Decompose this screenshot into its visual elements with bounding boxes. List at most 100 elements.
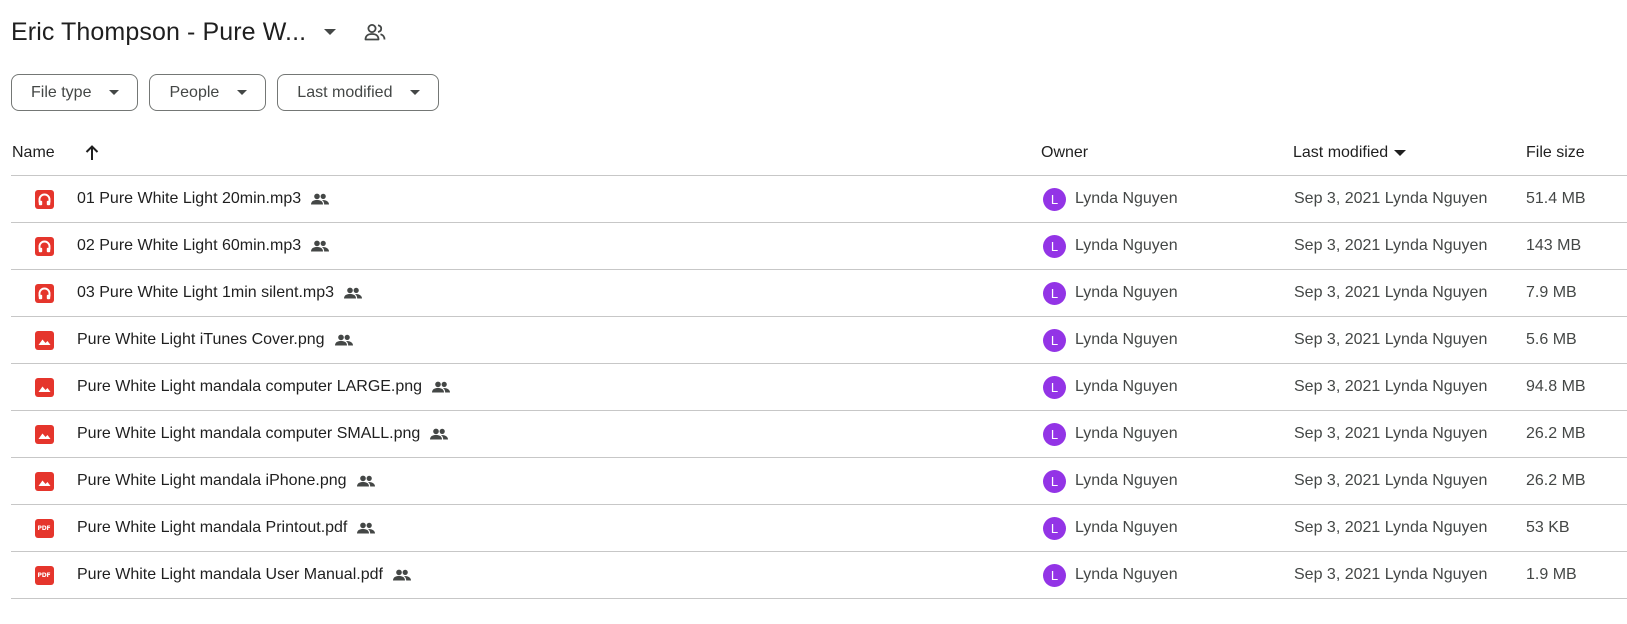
last-modified-cell: Sep 3, 2021 Lynda Nguyen [1294, 378, 1488, 395]
owner-cell: L Lynda Nguyen [1043, 505, 1178, 551]
file-row[interactable]: Pure White Light mandala computer LARGE.… [11, 364, 1627, 411]
audio-icon [34, 283, 54, 303]
file-type-icon-cell [33, 364, 55, 410]
file-name-cell: 02 Pure White Light 60min.mp3 [77, 223, 330, 269]
file-name: Pure White Light mandala iPhone.png [77, 472, 347, 489]
shared-people-icon [392, 569, 411, 581]
owner-avatar[interactable]: L [1043, 281, 1066, 305]
pdf-icon: PDF [34, 518, 54, 538]
table-header: Name Owner Last modified File size [11, 129, 1627, 176]
last-modified-cell: Sep 3, 2021 Lynda Nguyen [1294, 519, 1488, 536]
folder-title[interactable]: Eric Thompson - Pure W... [11, 18, 306, 47]
last-modified-cell: Sep 3, 2021 Lynda Nguyen [1294, 284, 1488, 301]
file-name: 02 Pure White Light 60min.mp3 [77, 237, 302, 254]
file-name: Pure White Light mandala User Manual.pdf [77, 566, 383, 583]
file-name-cell: Pure White Light mandala computer LARGE.… [77, 364, 451, 410]
owner-name: Lynda Nguyen [1075, 331, 1178, 348]
shared-people-icon [357, 522, 376, 534]
caret-down-icon [237, 90, 248, 95]
file-row[interactable]: 03 Pure White Light 1min silent.mp3 L Ly… [11, 270, 1627, 317]
file-size-cell: 51.4 MB [1526, 190, 1586, 207]
file-row[interactable]: Pure White Light mandala computer SMALL.… [11, 411, 1627, 458]
filter-label: People [169, 83, 220, 101]
file-type-icon-cell [33, 317, 55, 363]
filter-label: File type [31, 83, 92, 101]
file-row[interactable]: 01 Pure White Light 20min.mp3 L Lynda Ng… [11, 176, 1627, 223]
file-size-cell: 26.2 MB [1526, 472, 1586, 489]
owner-cell: L Lynda Nguyen [1043, 411, 1178, 457]
file-name: 01 Pure White Light 20min.mp3 [77, 190, 302, 207]
file-row[interactable]: PDF Pure White Light mandala User Manual… [11, 552, 1627, 599]
owner-avatar[interactable]: L [1043, 422, 1066, 446]
file-name: Pure White Light iTunes Cover.png [77, 331, 325, 348]
image-icon [34, 424, 54, 444]
last-modified-cell: Sep 3, 2021 Lynda Nguyen [1294, 566, 1488, 583]
owner-avatar[interactable]: L [1043, 563, 1066, 587]
file-name: Pure White Light mandala computer SMALL.… [77, 425, 421, 442]
column-header-owner[interactable]: Owner [1041, 129, 1088, 176]
file-name-cell: Pure White Light iTunes Cover.png [77, 317, 353, 363]
owner-cell: L Lynda Nguyen [1043, 317, 1178, 363]
shared-folder-button[interactable] [360, 17, 390, 47]
audio-icon [34, 189, 54, 209]
file-list: 01 Pure White Light 20min.mp3 L Lynda Ng… [11, 176, 1627, 599]
file-row[interactable]: PDF Pure White Light mandala Printout.pd… [11, 505, 1627, 552]
caret-down-icon [1394, 149, 1407, 156]
owner-avatar[interactable]: L [1043, 328, 1066, 352]
owner-name: Lynda Nguyen [1075, 519, 1178, 536]
sort-direction-button[interactable] [78, 129, 106, 176]
last-modified-cell: Sep 3, 2021 Lynda Nguyen [1294, 331, 1488, 348]
filter-people[interactable]: People [149, 74, 267, 111]
file-type-icon-cell: PDF [33, 552, 55, 598]
caret-down-icon [410, 90, 421, 95]
image-icon [34, 471, 54, 491]
pdf-icon: PDF [34, 565, 54, 585]
owner-name: Lynda Nguyen [1075, 566, 1178, 583]
last-modified-cell: Sep 3, 2021 Lynda Nguyen [1294, 472, 1488, 489]
owner-avatar[interactable]: L [1043, 234, 1066, 258]
file-type-icon-cell [33, 458, 55, 504]
file-type-icon-cell [33, 223, 55, 269]
audio-icon [34, 236, 54, 256]
file-row[interactable]: 02 Pure White Light 60min.mp3 L Lynda Ng… [11, 223, 1627, 270]
shared-people-icon [432, 381, 451, 393]
file-name: Pure White Light mandala computer LARGE.… [77, 378, 423, 395]
owner-cell: L Lynda Nguyen [1043, 223, 1178, 269]
pdf-label: PDF [37, 524, 51, 532]
file-type-icon-cell [33, 176, 55, 222]
owner-cell: L Lynda Nguyen [1043, 176, 1178, 222]
shared-people-icon [311, 193, 330, 205]
file-name-cell: Pure White Light mandala User Manual.pdf [77, 552, 411, 598]
folder-header: Eric Thompson - Pure W... [11, 12, 390, 52]
file-table: Name Owner Last modified File size 01 Pu… [11, 129, 1627, 599]
shared-people-icon [334, 334, 353, 346]
file-row[interactable]: Pure White Light iTunes Cover.png L Lynd… [11, 317, 1627, 364]
folder-menu-button[interactable] [316, 18, 344, 46]
file-name-cell: Pure White Light mandala computer SMALL.… [77, 411, 449, 457]
filter-last-modified[interactable]: Last modified [277, 74, 440, 111]
filter-label: Last modified [297, 83, 393, 101]
file-type-icon-cell [33, 270, 55, 316]
file-name-cell: 01 Pure White Light 20min.mp3 [77, 176, 330, 222]
file-size-cell: 53 KB [1526, 519, 1570, 536]
owner-avatar[interactable]: L [1043, 516, 1066, 540]
column-header-name[interactable]: Name [12, 129, 55, 176]
file-name: 03 Pure White Light 1min silent.mp3 [77, 284, 335, 301]
file-size-cell: 94.8 MB [1526, 378, 1586, 395]
owner-avatar[interactable]: L [1043, 187, 1066, 211]
file-row[interactable]: Pure White Light mandala iPhone.png L Ly… [11, 458, 1627, 505]
column-header-file-size[interactable]: File size [1526, 129, 1585, 176]
last-modified-cell: Sep 3, 2021 Lynda Nguyen [1294, 190, 1488, 207]
file-size-cell: 143 MB [1526, 237, 1582, 254]
filter-file-type[interactable]: File type [11, 74, 139, 111]
file-type-icon-cell: PDF [33, 505, 55, 551]
owner-avatar[interactable]: L [1043, 375, 1066, 399]
column-header-last-modified[interactable]: Last modified [1293, 129, 1407, 176]
file-name-cell: 03 Pure White Light 1min silent.mp3 [77, 270, 363, 316]
file-type-icon-cell [33, 411, 55, 457]
people-outline-icon [364, 24, 386, 41]
owner-avatar[interactable]: L [1043, 469, 1066, 493]
file-size-cell: 1.9 MB [1526, 566, 1577, 583]
owner-name: Lynda Nguyen [1075, 472, 1178, 489]
shared-people-icon [344, 287, 363, 299]
